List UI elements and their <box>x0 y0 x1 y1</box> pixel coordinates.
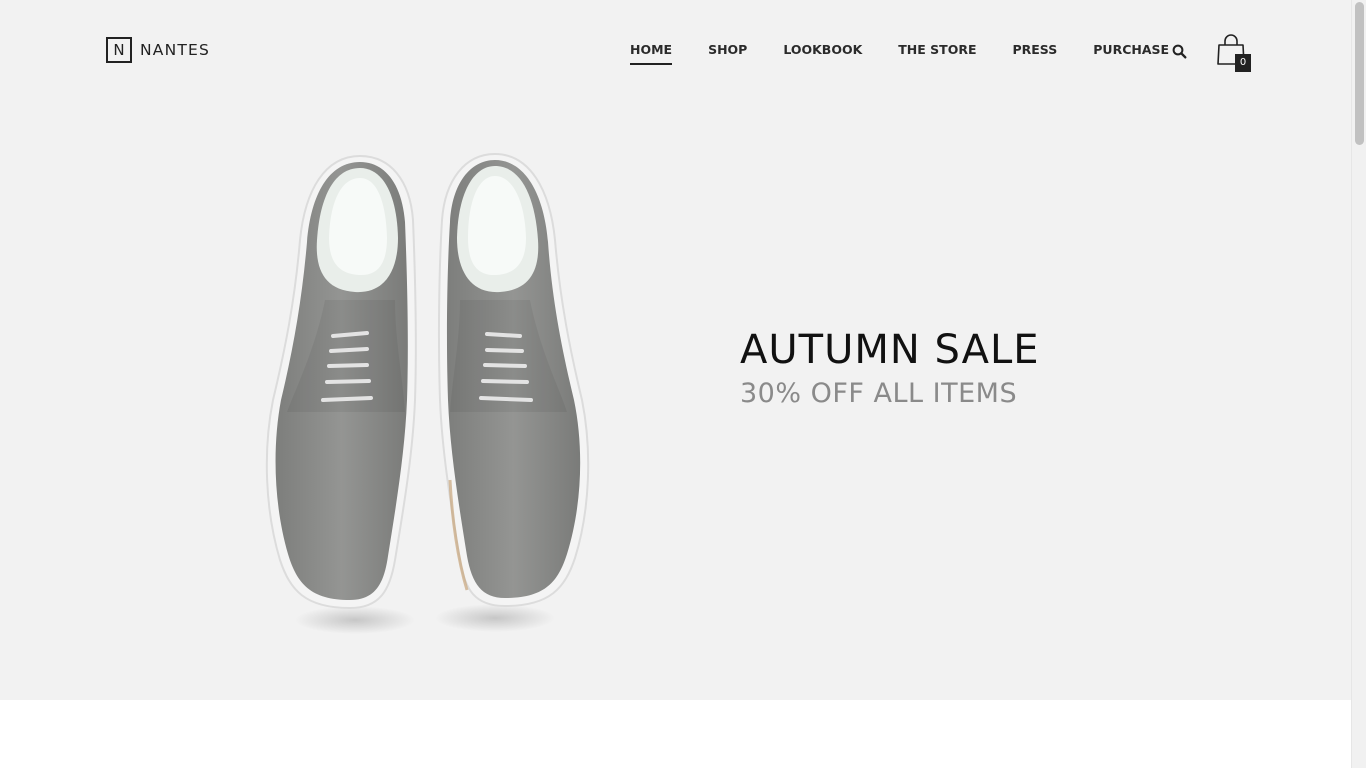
brand-name: NANTES <box>140 41 211 59</box>
nav-item-shop[interactable]: SHOP <box>708 42 747 65</box>
nav-item-purchase[interactable]: PURCHASE <box>1093 42 1169 65</box>
nav-item-press[interactable]: PRESS <box>1012 42 1057 65</box>
cart-button[interactable]: 0 <box>1216 33 1252 73</box>
nav-item-home[interactable]: HOME <box>630 42 673 65</box>
hero-text: AUTUMN SALE 30% OFF ALL ITEMS <box>740 326 1040 412</box>
vertical-scrollbar[interactable] <box>1351 0 1366 768</box>
main-nav: HOME SHOP LOOKBOOK THE STORE PRESS PURCH… <box>630 42 1205 65</box>
hero-subtitle: 30% OFF ALL ITEMS <box>740 378 1018 409</box>
content-section <box>0 700 1351 768</box>
hero-shoes-image <box>255 150 600 645</box>
nav-item-lookbook[interactable]: LOOKBOOK <box>783 42 862 65</box>
hero-title: AUTUMN SALE <box>740 327 1040 373</box>
logo-letter: N <box>113 40 125 59</box>
cart-count-badge: 0 <box>1235 54 1251 72</box>
page: N NANTES HOME SHOP LOOKBOOK THE STORE PR… <box>0 0 1351 768</box>
search-icon[interactable] <box>1172 44 1187 59</box>
brand-logo[interactable]: N NANTES <box>106 37 210 63</box>
nav-item-the-store[interactable]: THE STORE <box>898 42 976 65</box>
logo-mark: N <box>106 37 132 63</box>
scrollbar-thumb[interactable] <box>1355 2 1364 145</box>
